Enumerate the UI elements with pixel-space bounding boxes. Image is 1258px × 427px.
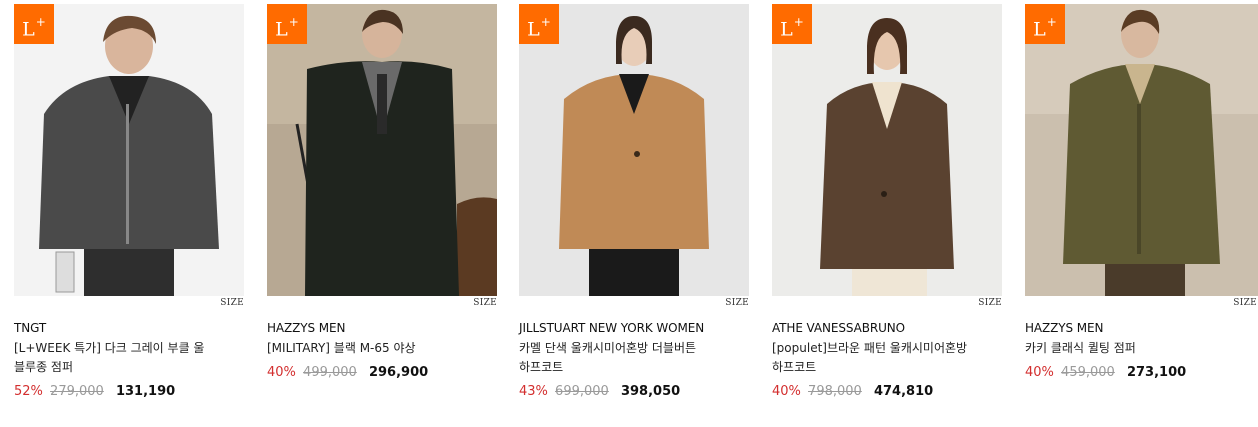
product-brand[interactable]: JILLSTUART NEW YORK WOMEN [519,320,749,336]
discount-rate: 43% [519,384,548,399]
sale-price: 296,900 [368,365,429,380]
product-image[interactable]: L+ [267,4,497,296]
product-price: 43% 699,000 398,050 [519,384,749,400]
product-price: 52% 279,000 131,190 [14,384,244,400]
product-name[interactable]: 카키 클래식 퀼팅 점퍼 [1025,339,1249,358]
original-price: 459,000 [1061,365,1115,380]
product-price: 40% 798,000 474,810 [772,384,1002,400]
product-name[interactable]: 카멜 단색 울캐시미어혼방 더블버튼 하프코트 [519,339,743,377]
product-grid: L+ SIZE TNGT [L+WEEK 특가] 다크 그레이 부클 울 블루종… [0,0,1258,427]
discount-rate: 40% [267,365,296,380]
lplus-badge: L+ [1025,4,1065,44]
product-photo [267,4,497,296]
product-card[interactable]: L+ SIZE TNGT [L+WEEK 특가] 다크 그레이 부클 울 블루종… [14,4,244,400]
discount-rate: 40% [1025,365,1054,380]
product-card[interactable]: L+ SIZE HAZZYS MEN [MILITARY] 블랙 M-65 야상… [267,4,497,381]
lplus-badge: L+ [267,4,307,44]
product-card[interactable]: L+ SIZE ATHE VANESSABRUNO [populet]브라운 패… [772,4,1002,400]
product-brand[interactable]: ATHE VANESSABRUNO [772,320,1002,336]
product-image[interactable]: L+ [14,4,244,296]
product-image[interactable]: L+ [519,4,749,296]
product-image[interactable]: L+ [1025,4,1258,296]
discount-rate: 40% [772,384,801,399]
size-label[interactable]: SIZE [725,298,749,308]
sale-price: 131,190 [115,384,176,399]
product-photo [14,4,244,296]
original-price: 798,000 [808,384,862,399]
product-photo [519,4,749,296]
original-price: 279,000 [50,384,104,399]
sale-price: 273,100 [1126,365,1187,380]
product-price: 40% 459,000 273,100 [1025,365,1258,381]
size-label[interactable]: SIZE [1233,298,1257,308]
product-price: 40% 499,000 296,900 [267,365,497,381]
size-label[interactable]: SIZE [978,298,1002,308]
size-label[interactable]: SIZE [220,298,244,308]
sale-price: 474,810 [873,384,934,399]
product-card[interactable]: L+ SIZE JILLSTUART NEW YORK WOMEN 카멜 단색 … [519,4,749,400]
product-brand[interactable]: TNGT [14,320,244,336]
sale-price: 398,050 [620,384,681,399]
product-photo [1025,4,1258,296]
product-photo [772,4,1002,296]
product-name[interactable]: [L+WEEK 특가] 다크 그레이 부클 울 블루종 점퍼 [14,339,238,377]
product-image[interactable]: L+ [772,4,1002,296]
discount-rate: 52% [14,384,43,399]
original-price: 499,000 [303,365,357,380]
original-price: 699,000 [555,384,609,399]
product-card[interactable]: L+ SIZE HAZZYS MEN 카키 클래식 퀼팅 점퍼 40% 459,… [1025,4,1258,381]
product-name[interactable]: [populet]브라운 패턴 울캐시미어혼방 하프코트 [772,339,996,377]
product-brand[interactable]: HAZZYS MEN [1025,320,1258,336]
lplus-badge: L+ [519,4,559,44]
product-brand[interactable]: HAZZYS MEN [267,320,497,336]
lplus-badge: L+ [772,4,812,44]
size-label[interactable]: SIZE [473,298,497,308]
lplus-badge: L+ [14,4,54,44]
product-name[interactable]: [MILITARY] 블랙 M-65 야상 [267,339,491,358]
